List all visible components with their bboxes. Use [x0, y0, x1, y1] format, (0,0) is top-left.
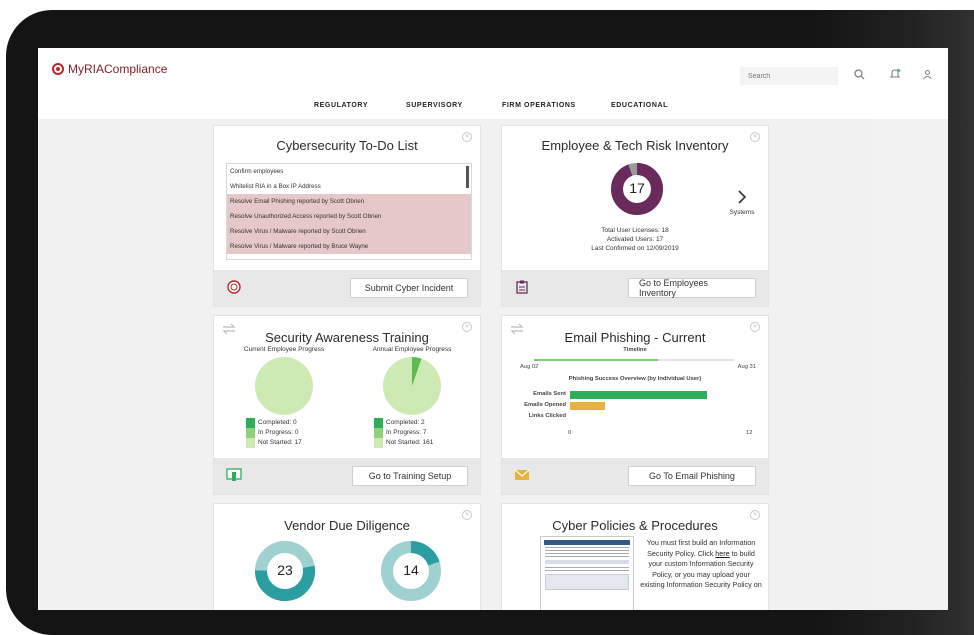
close-icon[interactable]: ✕: [462, 132, 472, 142]
todo-card: Cybersecurity To-Do List ✕ Confirm emplo…: [213, 125, 481, 307]
last-confirmed: Last Confirmed on 12/09/2019: [591, 245, 679, 252]
card-title: Cyber Policies & Procedures: [552, 518, 718, 533]
timeline-remaining: [658, 359, 734, 361]
timeline-end: Aug 31: [737, 364, 756, 370]
nav-firm-operations[interactable]: FIRM OPERATIONS: [502, 102, 576, 109]
close-icon[interactable]: ✕: [462, 322, 472, 332]
current-progress-label: Current Employee Progress: [243, 346, 325, 353]
timeline-label: Timeline: [623, 347, 647, 353]
clipboard-icon: [514, 279, 530, 295]
logo-text: MyRIACompliance: [68, 62, 168, 76]
list-item[interactable]: Confirm employees: [227, 164, 471, 179]
card-title: Email Phishing - Current: [564, 330, 706, 345]
card-title: Cybersecurity To-Do List: [276, 138, 418, 153]
bell-icon[interactable]: [886, 65, 904, 83]
nav-supervisory[interactable]: SUPERVISORY: [406, 102, 463, 109]
list-item[interactable]: Whitelist RIA in a Box IP Address: [227, 179, 471, 194]
card-footer: Go to Employees Inventory: [502, 270, 768, 306]
card-title: Security Awareness Training: [265, 330, 429, 345]
activated-users: Activated Users: 17: [606, 236, 664, 243]
annual-in-progress: In Progress: 7: [386, 429, 427, 436]
legend-not-started-swatch: [246, 438, 255, 448]
dashboard-content: Cybersecurity To-Do List ✕ Confirm emplo…: [38, 119, 948, 610]
list-item[interactable]: Resolve Virus / Malware reported by Scot…: [227, 224, 471, 239]
bar-label: Emails Opened: [524, 402, 566, 408]
device-bezel: MyRIACompliance REGULATORY SUPERVISORY F…: [6, 10, 974, 635]
nav-regulatory[interactable]: REGULATORY: [314, 102, 368, 109]
annual-progress-label: Annual Employee Progress: [372, 346, 452, 353]
annual-not-started: Not Started: 161: [386, 439, 434, 446]
policies-card: Cyber Policies & Procedures ✕ You must f…: [501, 503, 769, 610]
timeline-start: Aug 02: [520, 364, 539, 370]
list-item[interactable]: Resolve Virus / Malware reported by Bruc…: [227, 239, 471, 254]
card-footer: Go To Email Phishing: [502, 458, 768, 494]
bar-label: Links Clicked: [528, 413, 566, 419]
legend-not-started-swatch: [374, 438, 383, 448]
vendor-card: Vendor Due Diligence ✕ 23 14: [213, 503, 481, 610]
systems-next-button[interactable]: Systems: [724, 190, 760, 216]
scrollbar[interactable]: [466, 166, 469, 188]
shield-alert-icon: [226, 279, 242, 295]
total-licenses: Total User Licenses: 18: [601, 227, 669, 234]
phishing-card: Email Phishing - Current ✕ Timeline Aug …: [501, 315, 769, 495]
systems-label: Systems: [729, 209, 755, 216]
legend-in-progress-swatch: [246, 428, 255, 438]
chevron-right-icon: [738, 190, 747, 204]
annual-completed: Completed: 2: [386, 419, 425, 426]
overview-title: Phishing Success Overview (by Individual…: [568, 376, 702, 382]
current-completed: Completed: 0: [258, 419, 297, 426]
bar-emails-opened: [570, 402, 605, 410]
employee-inventory-card: Employee & Tech Risk Inventory ✕ 17 Syst…: [501, 125, 769, 307]
go-to-email-phishing-button[interactable]: Go To Email Phishing: [628, 466, 756, 486]
close-icon[interactable]: ✕: [750, 322, 760, 332]
top-bar: MyRIACompliance REGULATORY SUPERVISORY F…: [38, 48, 948, 109]
current-progress-pie: [255, 357, 313, 415]
legend-completed-swatch: [374, 418, 383, 428]
search-input[interactable]: [740, 67, 838, 85]
vendor-right-value: 14: [403, 562, 419, 578]
app-logo[interactable]: MyRIACompliance: [52, 62, 167, 76]
legend-completed-swatch: [246, 418, 255, 428]
current-in-progress: In Progress: 0: [258, 429, 299, 436]
policy-document-thumbnail[interactable]: [540, 536, 634, 610]
card-footer: Go to Training Setup: [214, 458, 480, 494]
employee-count: 17: [629, 180, 645, 196]
go-to-training-setup-button[interactable]: Go to Training Setup: [352, 466, 468, 486]
go-to-employees-inventory-button[interactable]: Go to Employees Inventory: [628, 278, 756, 298]
envelope-icon: [514, 467, 530, 483]
app-screen: MyRIACompliance REGULATORY SUPERVISORY F…: [38, 48, 948, 610]
legend-in-progress-swatch: [374, 428, 383, 438]
card-title: Employee & Tech Risk Inventory: [541, 138, 729, 153]
close-icon[interactable]: ✕: [750, 510, 760, 520]
search-icon[interactable]: [850, 65, 868, 83]
certificate-icon: [226, 467, 242, 483]
license-summary: Total User Licenses: 18 Activated Users:…: [502, 226, 768, 253]
list-item[interactable]: Resolve Email Phishing reported by Scott…: [227, 194, 471, 209]
nav-educational[interactable]: EDUCATIONAL: [611, 102, 668, 109]
current-not-started: Not Started: 17: [258, 439, 302, 446]
bar-labels: Emails Sent Emails Opened Links Clicked: [506, 389, 566, 422]
user-icon[interactable]: [918, 65, 936, 83]
training-card: Security Awareness Training ✕ Current Em…: [213, 315, 481, 495]
card-footer: Submit Cyber Incident: [214, 270, 480, 306]
policy-instructions: You must first build an Information Secu…: [640, 538, 762, 591]
timeline-progress: [534, 359, 658, 361]
axis-max: 12: [746, 430, 753, 436]
bar-chart: [570, 389, 752, 422]
logo-icon: [52, 63, 64, 75]
bar-emails-sent: [570, 391, 707, 399]
todo-list[interactable]: Confirm employees Whitelist RIA in a Box…: [226, 163, 472, 260]
annual-progress-pie: [383, 357, 441, 415]
bar-label: Emails Sent: [533, 391, 566, 397]
card-title: Vendor Due Diligence: [284, 518, 410, 533]
close-icon[interactable]: ✕: [462, 510, 472, 520]
close-icon[interactable]: ✕: [750, 132, 760, 142]
list-item[interactable]: Resolve Unauthorized Access reported by …: [227, 209, 471, 224]
axis-min: 0: [568, 430, 572, 436]
main-nav: REGULATORY SUPERVISORY FIRM OPERATIONS E…: [38, 100, 948, 116]
submit-cyber-incident-button[interactable]: Submit Cyber Incident: [350, 278, 468, 298]
build-policy-link[interactable]: here: [715, 549, 729, 558]
vendor-left-value: 23: [277, 562, 293, 578]
